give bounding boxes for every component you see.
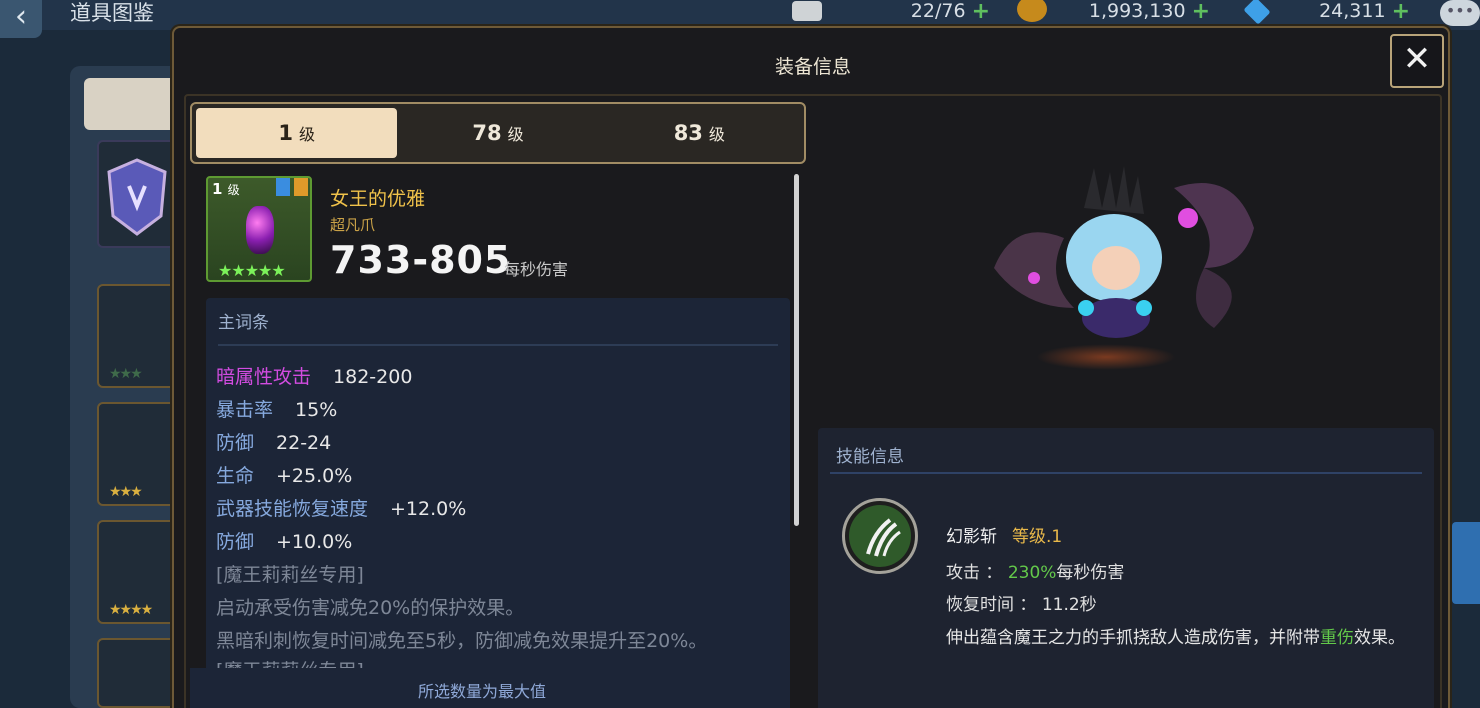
tab-level-value: 83 — [673, 121, 703, 145]
side-filter-tab[interactable] — [84, 78, 180, 130]
main-stats-box: 主词条 暗属性攻击 182-200 暴击率 15% 防御 22-24 生命 +25.0%… — [206, 298, 790, 708]
tab-level-1[interactable]: 1 级 — [196, 108, 398, 158]
stat-row: 武器技能恢复速度 +12.0% — [216, 494, 466, 521]
tab-level-78[interactable]: 78 级 — [397, 108, 598, 158]
item-stars: ★★★★★ — [218, 261, 286, 280]
tab-level-unit: 级 — [507, 125, 524, 144]
side-item-slot[interactable] — [97, 638, 177, 708]
bookmark-icon — [276, 178, 290, 196]
skill-info-box: 技能信息 幻影斩 等级.1 攻击 ： 230%每秒伤害 恢复时间 ： 11.2秒… — [818, 428, 1434, 708]
item-name: 女王的优雅 — [330, 188, 426, 210]
slot-stars: ★★★ — [109, 366, 143, 382]
stat-value: 15% — [295, 399, 338, 421]
skill-name: 幻影斩 — [946, 527, 997, 547]
item-icon: 1 级 ★★★★★ — [206, 176, 312, 282]
item-dps: 733-805 — [330, 238, 512, 282]
claw-marks-icon — [866, 518, 901, 557]
item-detail-panel[interactable]: 1 级 ★★★★★ 女王的优雅 超凡爪 733-805 每秒伤害 主词条 暗属性… — [190, 168, 802, 708]
max-quantity-note: 所选数量为最大值 — [190, 668, 774, 708]
stat-key: 暴击率 — [216, 399, 274, 421]
page-title: 道具图鉴 — [70, 1, 154, 25]
slot-stars: ★★★ — [109, 484, 143, 500]
stat-row: 暴击率 15% — [216, 395, 337, 422]
skill-description: 伸出蕴含魔王之力的手抓挠敌人造成伤害，并附带重伤效果。 — [946, 628, 1405, 648]
claw-slash-icon — [842, 498, 918, 574]
side-emblem-slot[interactable] — [97, 140, 177, 248]
set-effect-title: [魔王莉莉丝专用] — [216, 656, 364, 668]
right-edge-tab[interactable] — [1452, 522, 1480, 604]
skill-cooldown: 恢复时间 ： 11.2秒 — [946, 595, 1097, 615]
stat-value: +25.0% — [276, 465, 353, 487]
sprite-shadow — [1036, 344, 1176, 370]
diamond-icon — [1243, 0, 1271, 25]
skill-divider — [830, 472, 1422, 474]
back-button[interactable]: ‹ — [0, 0, 42, 38]
stat-key: 防御 — [216, 432, 255, 454]
stat-row: 防御 +10.0% — [216, 527, 352, 554]
unique-badge-icon — [294, 178, 308, 196]
gold-coin-icon — [1017, 0, 1047, 22]
claw-weapon-icon — [246, 206, 274, 254]
stat-key: 防御 — [216, 531, 255, 553]
stamina-counter: 22/76 + — [790, 0, 990, 24]
coffee-cup-icon — [792, 1, 822, 21]
modal-title: 装备信息 — [774, 56, 851, 78]
side-item-slot[interactable]: ★★★★ — [97, 520, 177, 624]
stat-row: 暗属性攻击 182-200 — [216, 362, 412, 389]
stat-key: 武器技能恢复速度 — [216, 498, 369, 520]
add-gem-button[interactable]: + — [1392, 0, 1410, 24]
skill-title: 技能信息 — [836, 447, 904, 467]
skill-level: 等级.1 — [1012, 527, 1063, 547]
item-dps-unit: 每秒伤害 — [504, 260, 569, 279]
add-gold-button[interactable]: + — [1192, 0, 1210, 24]
shield-emblem-icon — [107, 158, 167, 236]
tab-level-value: 1 — [278, 121, 293, 145]
level-tabs: 1 级 78 级 83 级 — [190, 102, 806, 164]
stamina-value: 22/76 — [910, 0, 966, 22]
side-item-slot[interactable]: ★★★ — [97, 402, 177, 506]
item-level-badge: 1 级 — [212, 180, 240, 198]
stat-value: 182-200 — [333, 366, 413, 388]
gem-counter: 24,311 + — [1240, 0, 1410, 25]
item-type: 超凡爪 — [330, 216, 376, 234]
side-item-slot[interactable]: ★★★ — [97, 284, 177, 388]
stats-divider — [218, 344, 778, 346]
add-stamina-button[interactable]: + — [972, 0, 990, 24]
stat-value: +12.0% — [390, 498, 467, 520]
stat-value: +10.0% — [276, 531, 353, 553]
detail-scrollbar[interactable] — [794, 174, 799, 526]
stat-value: 22-24 — [276, 432, 332, 454]
gold-counter: 1,993,130 + — [1015, 0, 1210, 24]
gem-value: 24,311 — [1319, 0, 1386, 22]
stat-row: 生命 +25.0% — [216, 461, 352, 488]
stat-key: 暗属性攻击 — [216, 366, 312, 388]
character-preview — [974, 158, 1434, 378]
stat-key: 生命 — [216, 465, 255, 487]
slot-stars: ★★★★ — [109, 602, 153, 618]
close-button[interactable]: ✕ — [1390, 34, 1444, 88]
skill-attack: 攻击 ： 230%每秒伤害 — [946, 563, 1125, 583]
set-effect-title: [魔王莉莉丝专用] — [216, 564, 364, 586]
queen-lilith-sprite — [994, 166, 1254, 338]
set-effect-text: 黑暗利刺恢复时间减免至5秒，防御减免效果提升至20%。 — [216, 630, 708, 652]
tab-level-unit: 级 — [298, 125, 315, 144]
tab-level-value: 78 — [472, 121, 502, 145]
tab-level-83[interactable]: 83 级 — [599, 108, 800, 158]
gold-value: 1,993,130 — [1088, 0, 1186, 22]
stats-header: 主词条 — [218, 313, 269, 333]
set-effect-text: 启动承受伤害减免20%的保护效果。 — [216, 597, 525, 619]
equipment-info-modal: 装备信息 ✕ 1 级 78 级 83 级 1 级 ★★★★★ 女王的优雅 超凡爪… — [172, 26, 1450, 708]
stat-row: 防御 22-24 — [216, 428, 331, 455]
tab-level-unit: 级 — [708, 125, 725, 144]
chat-icon[interactable]: ••• — [1440, 0, 1480, 26]
